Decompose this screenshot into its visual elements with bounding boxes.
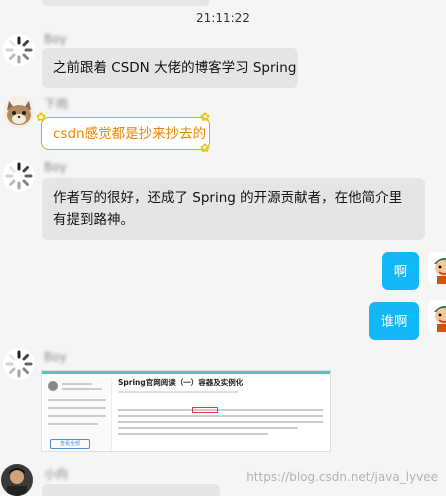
image-top-border bbox=[42, 371, 330, 374]
message-timestamp: 21:11:22 bbox=[196, 11, 250, 25]
spinner-icon bbox=[3, 34, 35, 66]
person-avatar[interactable] bbox=[1, 464, 33, 496]
person-photo-icon bbox=[1, 464, 33, 496]
image-text-line bbox=[62, 388, 102, 390]
cat-icon bbox=[3, 96, 35, 128]
image-text-line bbox=[48, 415, 106, 417]
cat-avatar[interactable] bbox=[3, 96, 35, 128]
spinner-avatar[interactable] bbox=[3, 348, 35, 380]
sender-name: Boy bbox=[44, 350, 67, 364]
image-message[interactable]: 查看全部 Spring官网阅读（一）容器及实例化 bbox=[41, 370, 331, 452]
spinner-avatar[interactable] bbox=[3, 160, 35, 192]
sender-name: Boy bbox=[44, 160, 67, 174]
message-bubble[interactable]: 之前跟着 CSDN 大佬的博客学习 Spring bbox=[42, 48, 298, 88]
image-text-line bbox=[118, 427, 298, 429]
watermark: https://blog.csdn.net/java_lyvee bbox=[246, 470, 438, 484]
spinner-icon bbox=[3, 348, 35, 380]
message-bubble[interactable] bbox=[42, 484, 220, 496]
image-text-line bbox=[48, 407, 106, 409]
sender-name: 小向 bbox=[44, 467, 69, 481]
image-text-line bbox=[48, 423, 98, 425]
previous-message-bubble bbox=[42, 0, 210, 6]
image-highlight-box bbox=[192, 407, 218, 413]
image-text-line bbox=[118, 433, 268, 435]
image-profile-panel: 查看全部 bbox=[44, 377, 112, 451]
image-text-line bbox=[118, 421, 323, 423]
my-message-bubble[interactable]: 啊 bbox=[382, 252, 419, 290]
flower-icon: ✿ bbox=[36, 110, 47, 124]
image-view-all-button: 查看全部 bbox=[50, 439, 90, 449]
sender-name: Boy bbox=[44, 32, 67, 46]
my-message-bubble[interactable]: 谁啊 bbox=[369, 302, 419, 340]
spinner-avatar[interactable] bbox=[3, 34, 35, 66]
image-text-line bbox=[118, 415, 323, 417]
cartoon-character-icon bbox=[428, 252, 446, 284]
cartoon-avatar[interactable] bbox=[428, 252, 446, 284]
profile-avatar bbox=[48, 381, 58, 391]
spinner-icon bbox=[3, 160, 35, 192]
flower-icon: ✿ bbox=[200, 110, 211, 124]
sender-name: 下雨 bbox=[44, 97, 69, 111]
image-article-title: Spring官网阅读（一）容器及实例化 bbox=[118, 378, 244, 387]
flower-icon: ✿ bbox=[200, 141, 211, 155]
cartoon-avatar[interactable] bbox=[428, 300, 446, 332]
image-text-line bbox=[62, 383, 92, 385]
image-text-line bbox=[118, 391, 238, 393]
image-text-line bbox=[118, 409, 323, 411]
message-bubble[interactable]: 作者写的很好，还成了 Spring 的开源贡献者，在他简介里有提到路神。 bbox=[42, 178, 425, 240]
message-bubble[interactable]: csdn感觉都是抄来抄去的 bbox=[41, 117, 210, 150]
cartoon-character-icon bbox=[428, 300, 446, 332]
image-text-line bbox=[48, 399, 106, 401]
